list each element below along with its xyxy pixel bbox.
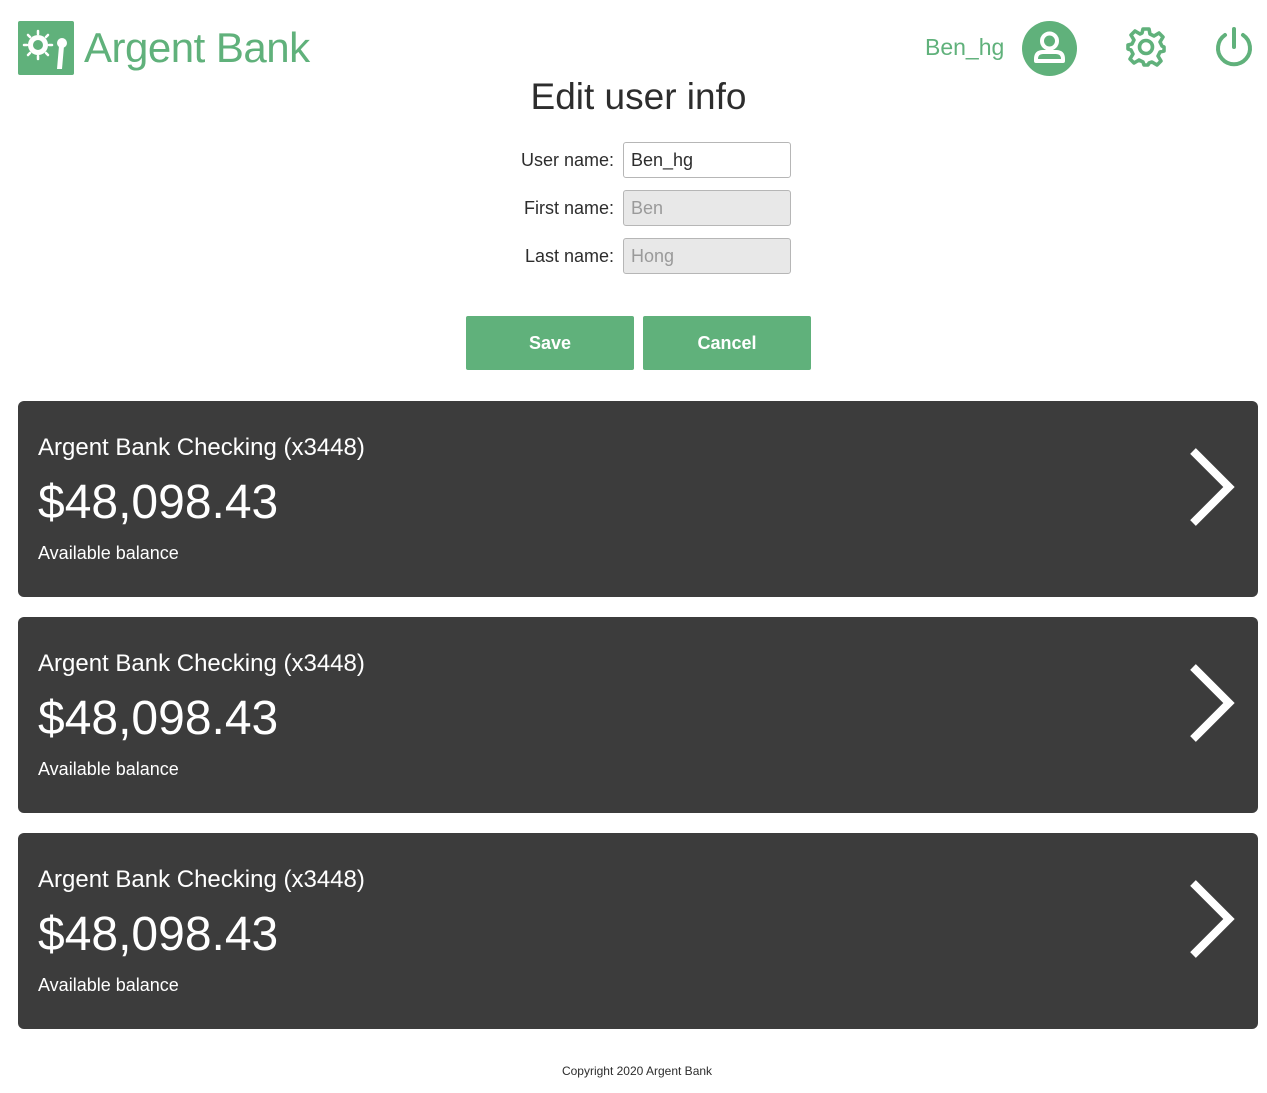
- chevron-right-icon[interactable]: [1186, 447, 1236, 527]
- power-icon: [1216, 27, 1252, 67]
- account-card[interactable]: Argent Bank Checking (x3448) $48,098.43 …: [18, 617, 1258, 813]
- brand-name: Argent Bank: [84, 27, 310, 69]
- account-amount: $48,098.43: [38, 692, 279, 745]
- account-amount: $48,098.43: [38, 476, 279, 529]
- firstname-input: [623, 190, 791, 226]
- brand-name-bank: Bank: [215, 24, 310, 71]
- brand-logo[interactable]: Argent Bank: [18, 21, 310, 75]
- page-title: Edit user info: [530, 76, 747, 117]
- firstname-label: First name:: [523, 198, 614, 218]
- username-label: User name:: [520, 150, 614, 170]
- user-icon: [1034, 31, 1065, 63]
- account-title: Argent Bank Checking (x3448): [38, 434, 365, 461]
- account-amount-description: Available balance: [38, 543, 179, 563]
- settings-button[interactable]: [1124, 25, 1168, 69]
- lastname-row: Last name:: [450, 238, 791, 274]
- footer-copyright: Copyright 2020 Argent Bank: [561, 1064, 713, 1078]
- username-row: User name:: [450, 142, 791, 178]
- account-amount-description: Available balance: [38, 975, 179, 995]
- username-input[interactable]: [623, 142, 791, 178]
- account-card[interactable]: Argent Bank Checking (x3448) $48,098.43 …: [18, 401, 1258, 597]
- firstname-row: First name:: [450, 190, 791, 226]
- brand-name-argent: Argent: [84, 24, 205, 71]
- account-title: Argent Bank Checking (x3448): [38, 866, 365, 893]
- user-profile-button[interactable]: [1022, 21, 1077, 76]
- cancel-button[interactable]: Cancel: [643, 316, 811, 370]
- account-amount-description: Available balance: [38, 759, 179, 779]
- account-title: Argent Bank Checking (x3448): [38, 650, 365, 677]
- logout-button[interactable]: [1212, 25, 1256, 69]
- header-username[interactable]: Ben_hg: [925, 36, 1004, 59]
- account-amount: $48,098.43: [38, 908, 279, 961]
- lastname-input: [623, 238, 791, 274]
- account-card[interactable]: Argent Bank Checking (x3448) $48,098.43 …: [18, 833, 1258, 1029]
- save-button[interactable]: Save: [466, 316, 634, 370]
- lastname-label: Last name:: [524, 246, 614, 266]
- chevron-right-icon[interactable]: [1186, 663, 1236, 743]
- gear-icon: [1126, 27, 1166, 67]
- chevron-right-icon[interactable]: [1186, 879, 1236, 959]
- bank-vault-icon: [18, 21, 74, 75]
